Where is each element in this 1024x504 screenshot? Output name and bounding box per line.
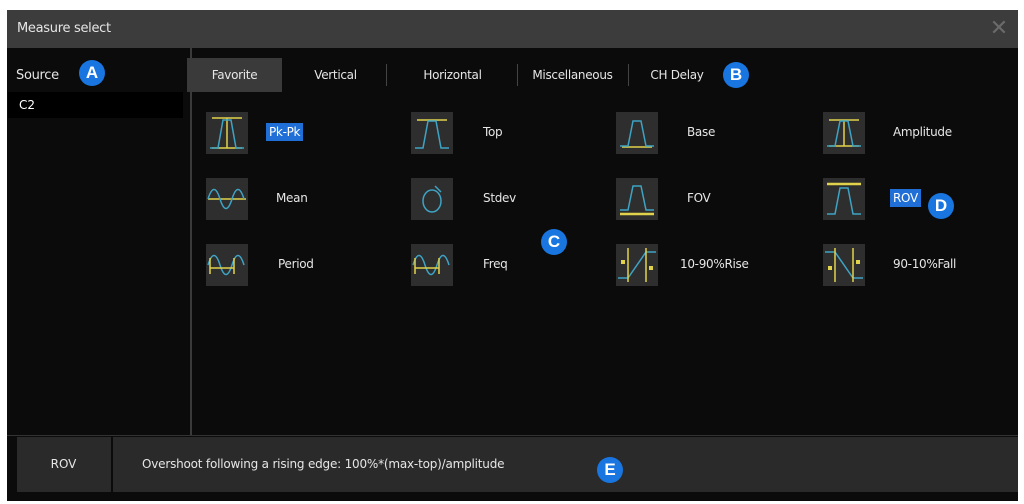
base-icon <box>616 112 658 154</box>
tab-vertical[interactable]: Vertical <box>288 58 383 92</box>
callout-a-badge: A <box>79 60 105 86</box>
measure-select-dialog: Measure select ✕ Source C2 Favorite Vert… <box>7 10 1018 501</box>
rov-icon <box>823 178 865 220</box>
measure-label: 10-90%Rise <box>680 257 749 271</box>
measure-label: FOV <box>687 191 711 205</box>
dialog-title: Measure select <box>17 21 111 36</box>
measure-label: 90-10%Fall <box>893 257 957 271</box>
source-label: Source <box>16 68 59 83</box>
period-icon <box>206 244 248 286</box>
title-bar: Measure select ✕ <box>7 10 1018 48</box>
tab-bar: Favorite Vertical Horizontal Miscellaneo… <box>187 58 704 92</box>
bottom-divider <box>7 435 1018 436</box>
pk-pk-icon <box>206 112 248 154</box>
measure-label: Period <box>278 257 314 271</box>
stdev-icon <box>411 178 453 220</box>
callout-c-badge: C <box>541 229 567 255</box>
measure-label: Base <box>687 125 716 139</box>
callout-b-badge: B <box>723 62 749 88</box>
tab-separator <box>628 64 629 86</box>
top-icon <box>411 112 453 154</box>
callout-e-badge: E <box>597 457 623 483</box>
callout-d-badge: D <box>928 193 954 219</box>
tab-favorite[interactable]: Favorite <box>187 58 282 92</box>
close-icon[interactable]: ✕ <box>986 16 1012 42</box>
rise-icon <box>616 244 658 286</box>
description-bar: ROV Overshoot following a rising edge: 1… <box>17 437 1018 492</box>
measure-label: Amplitude <box>893 125 952 139</box>
fov-icon <box>616 178 658 220</box>
measure-label: Freq <box>483 257 508 271</box>
measure-label: ROV <box>890 189 921 207</box>
measure-description: Overshoot following a rising edge: 100%*… <box>142 457 505 471</box>
amplitude-icon <box>823 112 865 154</box>
source-item-c2[interactable]: C2 <box>8 92 183 118</box>
measure-label: Mean <box>276 191 308 205</box>
freq-icon <box>411 244 453 286</box>
fall-icon <box>823 244 865 286</box>
tab-ch-delay[interactable]: CH Delay <box>635 58 719 92</box>
tab-horizontal[interactable]: Horizontal <box>389 58 516 92</box>
measure-label: Top <box>483 125 503 139</box>
measure-label: Pk-Pk <box>266 123 304 141</box>
panel-divider <box>190 48 192 435</box>
measure-label: Stdev <box>483 191 516 205</box>
description-separator <box>111 437 113 492</box>
tab-separator <box>386 64 387 86</box>
selected-measure-name: ROV <box>50 457 77 471</box>
mean-icon <box>206 178 248 220</box>
tab-miscellaneous[interactable]: Miscellaneous <box>518 58 627 92</box>
